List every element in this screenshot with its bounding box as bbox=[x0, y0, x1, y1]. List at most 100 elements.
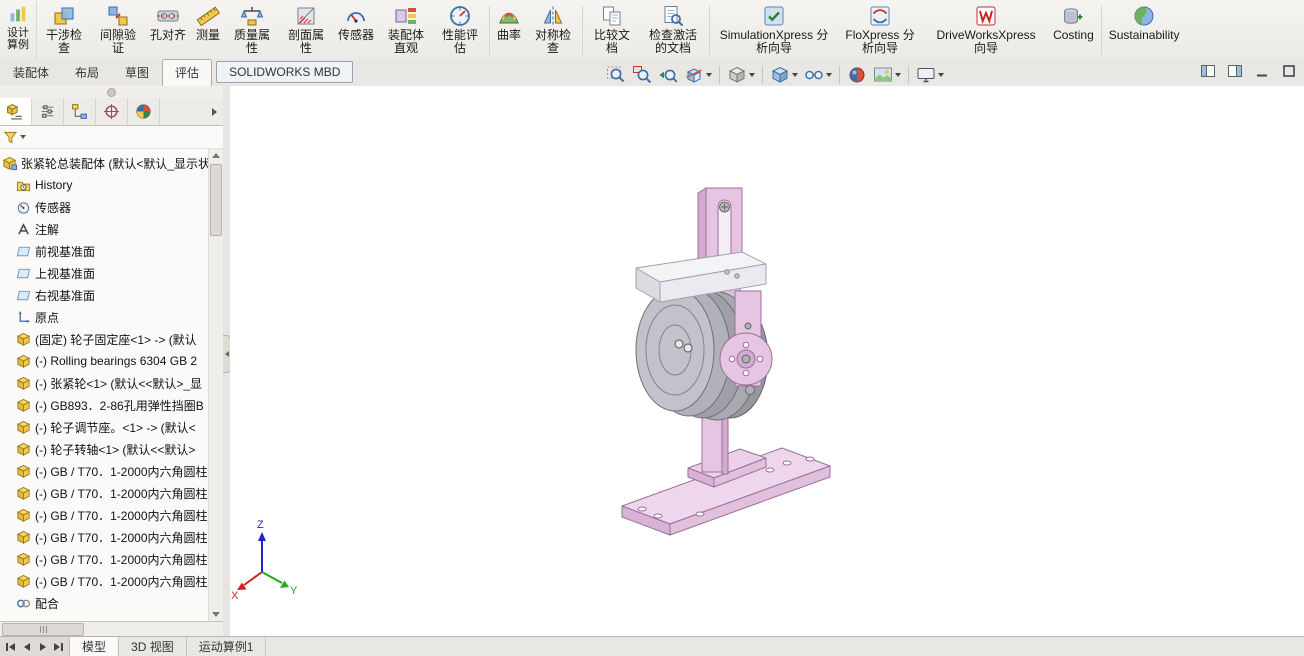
tree-item-part-adjust-seat[interactable]: (-) 轮子调节座。<1> -> (默认< bbox=[2, 416, 208, 438]
view-orientation-button[interactable] bbox=[725, 63, 757, 87]
plane-icon bbox=[16, 288, 31, 303]
tree-item-part-bearing[interactable]: (-) Rolling bearings 6304 GB 2 bbox=[2, 350, 208, 372]
headsup-view-toolbar bbox=[604, 62, 946, 88]
part-icon bbox=[16, 398, 31, 413]
view-orientation-icon bbox=[727, 65, 747, 85]
previous-view-button[interactable] bbox=[656, 63, 680, 87]
assembly-model[interactable] bbox=[621, 187, 831, 536]
tree-item-top-plane[interactable]: 上视基准面 bbox=[2, 262, 208, 284]
tree-item-origin[interactable]: 原点 bbox=[2, 306, 208, 328]
tree-item-part-screw-5[interactable]: (-) GB / T70．1-2000内六角圆柱 bbox=[2, 548, 208, 570]
scroll-up-button[interactable] bbox=[209, 149, 223, 162]
tree-item-sensors[interactable]: 传感器 bbox=[2, 196, 208, 218]
tab-motion-study-1[interactable]: 运动算例1 bbox=[187, 637, 267, 656]
simulationxpress-icon bbox=[762, 4, 786, 28]
pane-right-button[interactable] bbox=[1226, 63, 1244, 79]
tab-assembly[interactable]: 装配体 bbox=[0, 59, 62, 86]
zoom-to-fit-button[interactable] bbox=[604, 63, 628, 87]
tree-item-part-retaining-ring[interactable]: (-) GB893．2-86孔用弹性挡圈B bbox=[2, 394, 208, 416]
tool-interference-detection[interactable]: 干涉检查 bbox=[37, 1, 91, 60]
part-icon bbox=[16, 464, 31, 479]
tool-floxpress-wizard[interactable]: FloXpress 分析向导 bbox=[836, 1, 924, 60]
graphics-area[interactable]: Z X Y bbox=[230, 86, 1304, 637]
tab-layout[interactable]: 布局 bbox=[62, 59, 112, 86]
last-tab-button[interactable] bbox=[52, 640, 65, 653]
plane-icon bbox=[16, 244, 31, 259]
tab-solidworks-mbd[interactable]: SOLIDWORKS MBD bbox=[216, 61, 354, 83]
tool-compare-documents[interactable]: 比较文档 bbox=[585, 1, 639, 60]
tree-root-assembly[interactable]: 张紧轮总装配体 (默认<默认_显示状 bbox=[2, 152, 208, 174]
zoom-to-area-button[interactable] bbox=[630, 63, 654, 87]
tool-mass-properties[interactable]: 质量属性 bbox=[225, 1, 279, 60]
tab-featuremanager-tree[interactable] bbox=[0, 98, 32, 125]
tool-sensor[interactable]: 传感器 bbox=[333, 1, 379, 60]
tree-vertical-scrollbar[interactable] bbox=[208, 149, 223, 621]
tree-item-part-screw-2[interactable]: (-) GB / T70．1-2000内六角圆柱 bbox=[2, 482, 208, 504]
next-tab-button[interactable] bbox=[36, 640, 49, 653]
previous-tab-button[interactable] bbox=[20, 640, 33, 653]
tool-measure[interactable]: 测量 bbox=[191, 1, 225, 60]
pane-left-button[interactable] bbox=[1199, 63, 1217, 79]
display-style-icon bbox=[770, 65, 790, 85]
tool-clearance-verification[interactable]: 间隙验证 bbox=[91, 1, 145, 60]
tab-sketch[interactable]: 草图 bbox=[112, 59, 162, 86]
tree-item-mates[interactable]: 配合 bbox=[2, 592, 208, 614]
scroll-down-button[interactable] bbox=[209, 608, 223, 621]
tree-item-part-screw-1[interactable]: (-) GB / T70．1-2000内六角圆柱 bbox=[2, 460, 208, 482]
tool-performance-evaluation[interactable]: 性能评估 bbox=[433, 1, 487, 60]
section-view-button[interactable] bbox=[682, 63, 714, 87]
mass-properties-icon bbox=[240, 4, 264, 28]
tool-hole-alignment[interactable]: 孔对齐 bbox=[145, 1, 191, 60]
scrollbar-thumb[interactable] bbox=[210, 164, 222, 236]
tool-curvature[interactable]: 曲率 bbox=[492, 1, 526, 60]
panel-overflow-button[interactable] bbox=[205, 98, 223, 125]
tab-configuration-manager[interactable] bbox=[64, 98, 96, 125]
tool-sustainability[interactable]: Sustainability bbox=[1104, 1, 1185, 60]
edit-appearance-button[interactable] bbox=[845, 63, 869, 87]
tab-navigation bbox=[0, 637, 70, 656]
chevron-down-icon bbox=[895, 73, 901, 77]
tool-design-study[interactable]: 设计算例 bbox=[0, 1, 37, 60]
tree-item-part-screw-3[interactable]: (-) GB / T70．1-2000内六角圆柱 bbox=[2, 504, 208, 526]
hide-show-items-button[interactable] bbox=[802, 63, 834, 87]
tab-evaluate[interactable]: 评估 bbox=[162, 59, 213, 86]
tree-item-right-plane[interactable]: 右视基准面 bbox=[2, 284, 208, 306]
tool-driveworksxpress-wizard[interactable]: DriveWorksXpress 向导 bbox=[924, 1, 1048, 60]
tool-section-properties[interactable]: 剖面属性 bbox=[279, 1, 333, 60]
tree-item-history[interactable]: History bbox=[2, 174, 208, 196]
apply-scene-button[interactable] bbox=[871, 63, 903, 87]
interference-detection-icon bbox=[52, 4, 76, 28]
previous-tab-icon bbox=[23, 642, 30, 651]
tool-costing[interactable]: Costing bbox=[1048, 1, 1099, 60]
tree-item-front-plane[interactable]: 前视基准面 bbox=[2, 240, 208, 262]
tree-item-part-screw-6[interactable]: (-) GB / T70．1-2000内六角圆柱 bbox=[2, 570, 208, 592]
tool-assembly-visualization[interactable]: 装配体直观 bbox=[379, 1, 433, 60]
tool-symmetry-check[interactable]: 对称检查 bbox=[526, 1, 580, 60]
tree-item-part-tensioner-wheel[interactable]: (-) 张紧轮<1> (默认<<默认>_显 bbox=[2, 372, 208, 394]
tree-item-part-screw-4[interactable]: (-) GB / T70．1-2000内六角圆柱 bbox=[2, 526, 208, 548]
tab-model[interactable]: 模型 bbox=[70, 637, 120, 656]
scrollbar-thumb[interactable] bbox=[2, 623, 84, 636]
graphics-viewport[interactable]: Z X Y bbox=[230, 86, 1304, 637]
history-folder-icon bbox=[16, 178, 31, 193]
tab-3d-views[interactable]: 3D 视图 bbox=[119, 637, 187, 656]
tab-display-manager[interactable] bbox=[128, 98, 160, 125]
view-settings-button[interactable] bbox=[914, 63, 946, 87]
tree-item-part-fixed-mount[interactable]: (固定) 轮子固定座<1> -> (默认 bbox=[2, 328, 208, 350]
filter-funnel-icon[interactable] bbox=[3, 130, 18, 145]
tool-simulationxpress-wizard[interactable]: SimulationXpress 分析向导 bbox=[712, 1, 836, 60]
display-style-button[interactable] bbox=[768, 63, 800, 87]
first-tab-button[interactable] bbox=[4, 640, 17, 653]
tab-property-manager[interactable] bbox=[32, 98, 64, 125]
tool-check-active-document[interactable]: 检查激活的文档 bbox=[639, 1, 707, 60]
tab-dimxpert-manager[interactable] bbox=[96, 98, 128, 125]
chevron-down-icon[interactable] bbox=[20, 135, 26, 139]
x-axis bbox=[243, 571, 263, 586]
restore-button[interactable] bbox=[1280, 63, 1298, 79]
minimize-button[interactable] bbox=[1253, 63, 1271, 79]
panel-resize-handle[interactable] bbox=[0, 86, 223, 98]
chevron-down-icon bbox=[792, 73, 798, 77]
tree-item-annotations[interactable]: 注解 bbox=[2, 218, 208, 240]
tree-horizontal-scrollbar[interactable] bbox=[0, 621, 223, 637]
tree-item-part-wheel-shaft[interactable]: (-) 轮子转轴<1> (默认<<默认> bbox=[2, 438, 208, 460]
